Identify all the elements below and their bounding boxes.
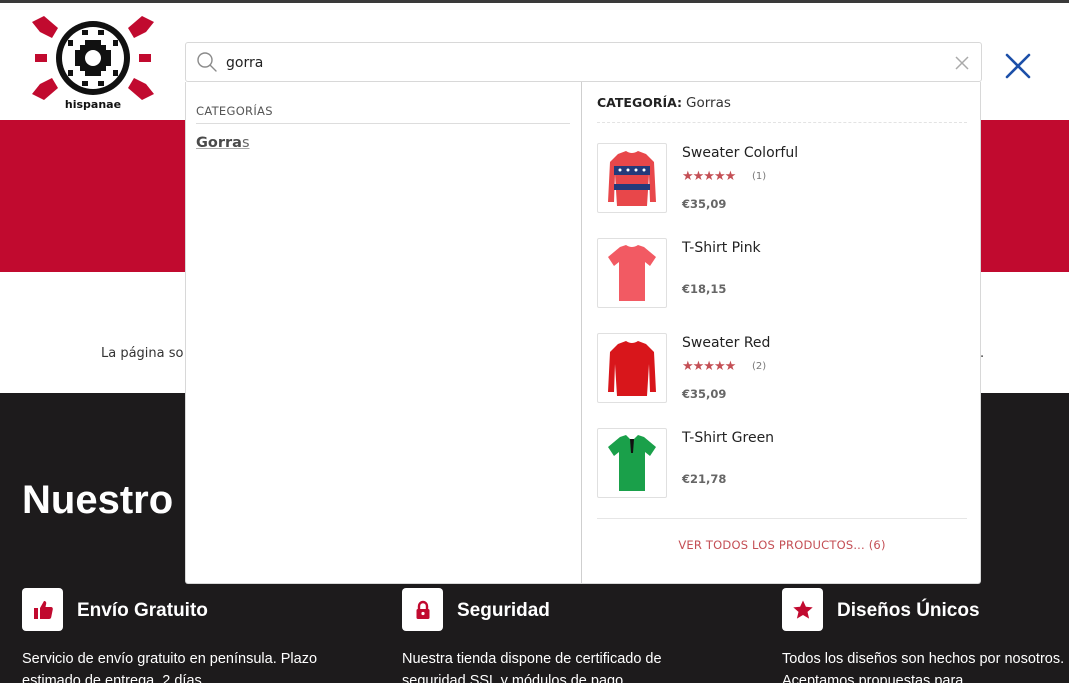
product-result[interactable]: Sweater Colorful ★★★★★ (1) €35,09 (597, 143, 967, 215)
clear-search-icon[interactable] (953, 54, 971, 72)
feature-text: Nuestra tienda dispone de certificado de… (402, 651, 662, 683)
feature-text: Todos los diseños son hechos por nosotro… (782, 651, 1065, 683)
categories-heading: CATEGORÍAS (196, 104, 570, 124)
logo[interactable]: hispanae (30, 16, 156, 116)
product-price: €35,09 (682, 197, 727, 211)
divider (597, 518, 967, 519)
view-all-products-link[interactable]: VER TODOS LOS PRODUCTOS... (6) (582, 538, 982, 552)
categories-column: CATEGORÍAS Gorras (186, 82, 582, 583)
feature-title: Seguridad (457, 600, 550, 621)
product-price: €21,78 (682, 472, 727, 486)
feature-text: Servicio de envío gratuito en península.… (22, 651, 318, 683)
product-name: T-Shirt Green (682, 430, 775, 446)
feature-shipping: Envío Gratuito Servicio de envío gratuit… (22, 588, 317, 683)
product-thumbnail (597, 333, 667, 403)
feature-security: Seguridad Nuestra tienda dispone de cert… (402, 588, 692, 683)
rating-count: (2) (752, 361, 767, 372)
star-icon (782, 588, 823, 631)
product-thumbnail (597, 143, 667, 213)
feature-title: Envío Gratuito (77, 600, 208, 621)
product-name: Sweater Colorful (682, 145, 799, 161)
product-result[interactable]: T-Shirt Green €21,78 (597, 428, 967, 500)
products-heading: CATEGORÍA: Gorras (597, 95, 967, 123)
product-name: T-Shirt Pink (682, 240, 761, 256)
section-title: Nuestro (22, 478, 174, 522)
category-rest: s (241, 135, 250, 151)
category-match: Gorra (196, 135, 242, 151)
thumbs-up-icon (22, 588, 63, 631)
search-results-dropdown: CATEGORÍAS Gorras CATEGORÍA: Gorras Sweat… (185, 82, 981, 584)
search-input[interactable] (226, 51, 926, 75)
category-result-gorras[interactable]: Gorras (196, 135, 250, 151)
product-thumbnail (597, 238, 667, 308)
close-search-icon[interactable] (1003, 51, 1033, 81)
product-price: €18,15 (682, 282, 727, 296)
rating-stars: ★★★★★ (682, 359, 736, 374)
lock-icon (402, 588, 443, 631)
products-column: CATEGORÍA: Gorras Sweater Colorful ★★★★★ … (582, 82, 982, 583)
page-notice-text: La página so (101, 346, 184, 361)
rating-count: (1) (752, 171, 767, 182)
product-thumbnail (597, 428, 667, 498)
product-result[interactable]: T-Shirt Pink €18,15 (597, 238, 967, 310)
feature-title: Diseños Únicos (837, 600, 980, 621)
product-result[interactable]: Sweater Red ★★★★★ (2) €35,09 (597, 333, 967, 405)
product-name: Sweater Red (682, 335, 771, 351)
logo-mark-icon (32, 16, 154, 100)
product-price: €35,09 (682, 387, 727, 401)
products-heading-value: Gorras (686, 95, 731, 111)
logo-text: hispanae (64, 98, 122, 111)
feature-designs: Diseños Únicos Todos los diseños son hec… (782, 588, 1069, 683)
products-heading-label: CATEGORÍA: (597, 95, 683, 110)
search-icon (197, 52, 217, 72)
rating-stars: ★★★★★ (682, 169, 736, 184)
search-bar (185, 42, 982, 82)
